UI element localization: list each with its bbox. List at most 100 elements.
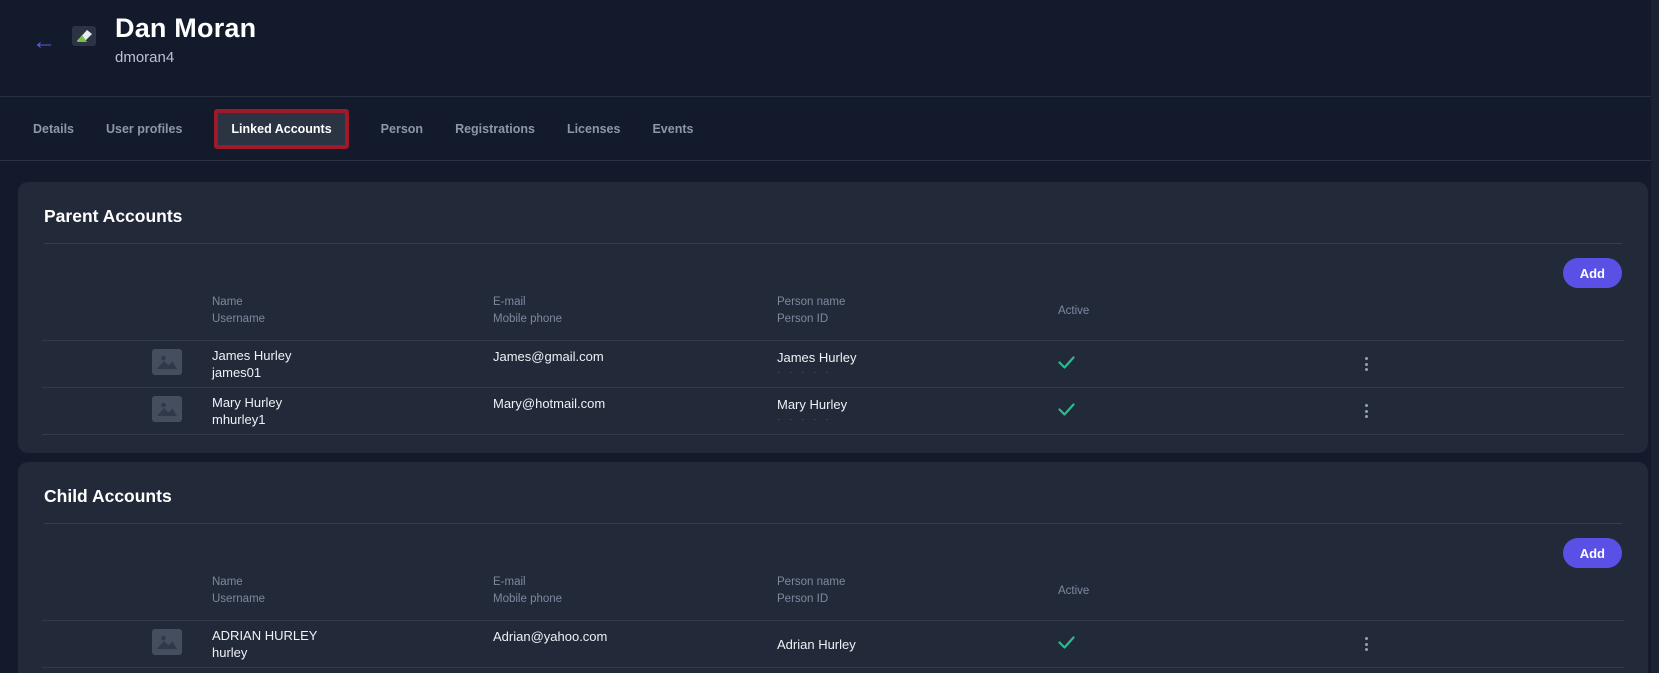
column-header-active-line1: Active: [1058, 583, 1361, 600]
person-cell: Mary Hurley· · · · ·: [777, 388, 1058, 434]
section-title: Parent Accounts: [18, 182, 1648, 243]
row-menu-button[interactable]: [1361, 631, 1372, 657]
add-button[interactable]: Add: [1563, 538, 1622, 568]
column-header-active-line1: Active: [1058, 303, 1361, 320]
page-title: Dan Moran: [115, 13, 256, 44]
active-check-icon: [1058, 403, 1361, 421]
row-email: Mary@hotmail.com: [493, 395, 777, 412]
tab-linked-accounts[interactable]: Linked Accounts: [214, 109, 348, 149]
email-cell: Mary@hotmail.com: [493, 388, 777, 434]
main-content: Parent AccountsAddNameUsernameE-mailMobi…: [0, 161, 1659, 673]
add-button[interactable]: Add: [1563, 258, 1622, 288]
header-spacer: [42, 294, 212, 328]
table-row: ADRIAN HURLEYhurleyAdrian@yahoo.comAdria…: [42, 620, 1624, 668]
row-email: Adrian@yahoo.com: [493, 628, 777, 645]
user-avatar-icon: [72, 26, 96, 51]
column-header-name-line2: Username: [212, 311, 493, 328]
active-check-icon: [1058, 356, 1361, 374]
tab-person[interactable]: Person: [381, 122, 423, 136]
person-cell: James Hurley· · · · ·: [777, 341, 1058, 387]
column-header-email-line2: Mobile phone: [493, 311, 777, 328]
table-header-row: NameUsernameE-mailMobile phonePerson nam…: [42, 288, 1624, 340]
row-person-name: James Hurley: [777, 349, 1058, 366]
email-cell: James@gmail.com: [493, 341, 777, 387]
tab-licenses[interactable]: Licenses: [567, 122, 621, 136]
active-cell: [1058, 341, 1361, 387]
kebab-dot: [1365, 637, 1368, 640]
row-person-name: Mary Hurley: [777, 396, 1058, 413]
column-header-active: Active: [1058, 294, 1361, 328]
table-toolbar: Add: [18, 244, 1648, 288]
row-menu-button[interactable]: [1361, 351, 1372, 377]
person-cell: Adrian Hurley: [777, 621, 1058, 667]
email-cell: Adrian@yahoo.com: [493, 621, 777, 667]
actions-cell: [1361, 341, 1624, 387]
actions-cell: [1361, 621, 1624, 667]
column-header-email: E-mailMobile phone: [493, 574, 777, 608]
tab-user-profiles[interactable]: User profiles: [106, 122, 182, 136]
row-username: james01: [212, 364, 493, 381]
column-header-person: Person namePerson ID: [777, 574, 1058, 608]
section-title: Child Accounts: [18, 462, 1648, 523]
name-cell: Mary Hurleymhurley1: [212, 388, 493, 434]
child-accounts-card: Child Accounts Add NameUsernameE-mailMobil…: [18, 462, 1648, 673]
row-username: hurley: [212, 644, 493, 661]
column-header-person-line1: Person name: [777, 294, 1058, 311]
avatar-cell: [42, 388, 212, 434]
column-header-person-line2: Person ID: [777, 311, 1058, 328]
active-cell: [1058, 621, 1361, 667]
column-header-person: Person namePerson ID: [777, 294, 1058, 328]
kebab-dot: [1365, 363, 1368, 366]
kebab-dot: [1365, 410, 1368, 413]
table-row: Mary Hurleymhurley1Mary@hotmail.comMary …: [42, 387, 1624, 435]
table-row: James Hurleyjames01James@gmail.comJames …: [42, 340, 1624, 387]
kebab-dot: [1365, 648, 1368, 651]
scrollbar[interactable]: [1651, 0, 1659, 673]
header-titles: Dan Moran dmoran4: [115, 13, 256, 66]
row-menu-button[interactable]: [1361, 398, 1372, 424]
kebab-dot: [1365, 643, 1368, 646]
image-placeholder-icon: [152, 396, 182, 427]
header-spacer: [1361, 294, 1624, 328]
row-person-id-masked: · · · · ·: [777, 366, 1058, 380]
row-person-id-masked: · · · · ·: [777, 413, 1058, 427]
row-email: James@gmail.com: [493, 348, 777, 365]
active-check-icon: [1058, 636, 1361, 654]
column-header-name-line2: Username: [212, 591, 493, 608]
column-header-name-line1: Name: [212, 294, 493, 311]
tab-details[interactable]: Details: [33, 122, 74, 136]
name-cell: James Hurleyjames01: [212, 341, 493, 387]
kebab-dot: [1365, 357, 1368, 360]
image-placeholder-icon: [152, 349, 182, 380]
row-username: mhurley1: [212, 411, 493, 428]
back-button[interactable]: ←: [30, 28, 58, 56]
header-spacer: [1361, 574, 1624, 608]
table-toolbar: Add: [18, 524, 1648, 568]
header-spacer: [42, 574, 212, 608]
name-cell: ADRIAN HURLEYhurley: [212, 621, 493, 667]
active-cell: [1058, 388, 1361, 434]
image-placeholder-icon: [152, 629, 182, 660]
tab-registrations[interactable]: Registrations: [455, 122, 535, 136]
column-header-person-line1: Person name: [777, 574, 1058, 591]
avatar-cell: [42, 621, 212, 667]
column-header-name: NameUsername: [212, 294, 493, 328]
column-header-email-line1: E-mail: [493, 294, 777, 311]
column-header-email-line1: E-mail: [493, 574, 777, 591]
page: ← Dan Moran dmoran4 Details User profiles…: [0, 0, 1659, 673]
page-subtitle: dmoran4: [115, 49, 256, 66]
actions-cell: [1361, 388, 1624, 434]
column-header-active: Active: [1058, 574, 1361, 608]
row-person-name: Adrian Hurley: [777, 636, 1058, 653]
app-header: ← Dan Moran dmoran4: [0, 0, 1659, 97]
kebab-dot: [1365, 368, 1368, 371]
parent-accounts-card: Parent AccountsAddNameUsernameE-mailMobi…: [18, 182, 1648, 453]
column-header-email-line2: Mobile phone: [493, 591, 777, 608]
column-header-name: NameUsername: [212, 574, 493, 608]
column-header-name-line1: Name: [212, 574, 493, 591]
column-header-person-line2: Person ID: [777, 591, 1058, 608]
column-header-email: E-mailMobile phone: [493, 294, 777, 328]
tab-events[interactable]: Events: [652, 122, 693, 136]
row-name: ADRIAN HURLEY: [212, 627, 493, 644]
back-arrow-icon: ←: [32, 28, 56, 55]
